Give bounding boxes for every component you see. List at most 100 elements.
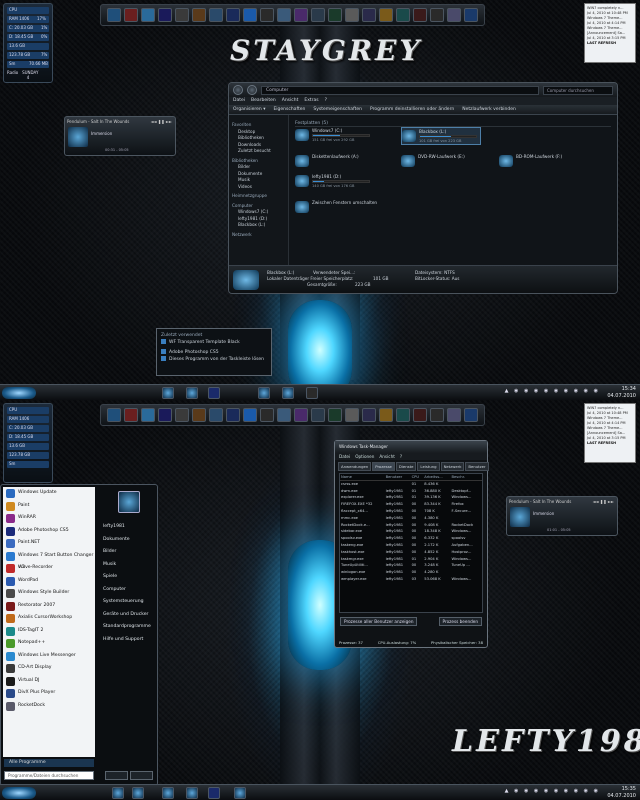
jump-list-unpin[interactable]: Dieses Programm von der Taskleiste lösen: [161, 356, 267, 363]
taskbar-task-manager-icon[interactable]: [234, 787, 246, 799]
all-programs-button[interactable]: Alle Programme: [4, 759, 94, 767]
dock-icon[interactable]: [447, 8, 461, 22]
tab-performance[interactable]: Leistung: [417, 462, 440, 471]
dock-icon[interactable]: [158, 8, 172, 22]
menu-help[interactable]: ?: [325, 97, 327, 105]
start-button[interactable]: [2, 387, 36, 399]
process-row[interactable]: mmc.exe lefty1981 00 4.380 K: [340, 514, 482, 521]
taskbar-photoshop-icon[interactable]: [208, 387, 220, 399]
drive-item[interactable]: Zwischen Fenstern umschalten: [295, 199, 415, 217]
program-photoshop[interactable]: Adobe Photoshop CS5: [3, 525, 95, 538]
tm-menu-ansicht[interactable]: Ansicht: [379, 453, 394, 460]
dock-icon[interactable]: [141, 8, 155, 22]
dock-icon[interactable]: [362, 8, 376, 22]
dock-icon[interactable]: [243, 408, 257, 422]
dock-icon[interactable]: [260, 8, 274, 22]
dock-icon[interactable]: [328, 8, 342, 22]
organize-button[interactable]: Organisieren ▾: [233, 105, 265, 114]
dock-icon[interactable]: [396, 8, 410, 22]
drive-item[interactable]: BD-ROM-Laufwerk (F:): [499, 153, 579, 171]
show-all-processes-button[interactable]: Prozesse aller Benutzer anzeigen: [340, 617, 418, 626]
taskbar-firefox-icon[interactable]: [162, 387, 174, 399]
menu-extras[interactable]: Extras: [304, 97, 318, 105]
dock-icon[interactable]: [464, 408, 478, 422]
dock-icon[interactable]: [175, 8, 189, 22]
taskbar-firefox-icon[interactable]: [162, 787, 174, 799]
dock-icon[interactable]: [226, 8, 240, 22]
process-row[interactable]: explorer.exe lefty1981 01 39.136 K Windows..…: [340, 494, 482, 501]
dock-icon[interactable]: [141, 408, 155, 422]
place-pictures[interactable]: Bilder: [98, 546, 156, 559]
tab-applications[interactable]: Anwendungen: [338, 462, 372, 471]
dock-icon[interactable]: [260, 408, 274, 422]
place-computer[interactable]: Computer: [98, 584, 156, 597]
taskbar-photoshop-icon[interactable]: [208, 787, 220, 799]
program-live-messenger[interactable]: Windows Live Messenger: [3, 650, 95, 663]
process-row[interactable]: winlogon.exe lefty1981 00 4.280 K: [340, 569, 482, 576]
process-row[interactable]: spoolsv.exe lefty1981 00 6.332 K spoolsv: [340, 535, 482, 542]
taskbar-media-icon[interactable]: [258, 387, 270, 399]
process-row[interactable]: FIREFOX.EXE *32 lefty1981 00 83.344 K Firefo…: [340, 501, 482, 508]
dock-icon[interactable]: [464, 8, 478, 22]
dock-icon[interactable]: [243, 8, 257, 22]
program-cd-art-display[interactable]: CD-Art Display: [3, 662, 95, 675]
program-windows-update[interactable]: Windows Update: [3, 487, 95, 500]
clock[interactable]: 15:34 04.07.2010: [607, 386, 636, 399]
program-style-builder[interactable]: Windows Style Builder: [3, 587, 95, 600]
dock-icon[interactable]: [124, 408, 138, 422]
menu-bearbeiten[interactable]: Bearbeiten: [251, 97, 276, 105]
dock-icon[interactable]: [311, 8, 325, 22]
dock-icon[interactable]: [192, 8, 206, 22]
taskbar-app-icon[interactable]: [112, 787, 124, 799]
dock-icon[interactable]: [107, 8, 121, 22]
taskbar-tool-icon[interactable]: [306, 387, 318, 399]
dock-icon[interactable]: [379, 408, 393, 422]
dock-icon[interactable]: [447, 408, 461, 422]
taskbar-app-icon[interactable]: [132, 787, 144, 799]
process-row[interactable]: sidebar.exe lefty1981 00 18.348 K Windows...: [340, 528, 482, 535]
search-box[interactable]: Computer durchsuchen: [543, 85, 613, 95]
dock-icon[interactable]: [430, 408, 444, 422]
dock-icon[interactable]: [379, 8, 393, 22]
drive-item[interactable]: Windows7 (C:) 151 GB frei von 292 GB: [295, 127, 375, 145]
tab-processes[interactable]: Prozesse: [372, 462, 395, 471]
clock[interactable]: 15:35 04.07.2010: [607, 786, 636, 799]
menu-ansicht[interactable]: Ansicht: [282, 97, 299, 105]
process-row[interactable]: taskeng.exe lefty1981 00 2.172 K Aufgaben...: [340, 542, 482, 549]
process-row[interactable]: TuneUpUtiliti... lefty1981 00 3.248 K TuneUp…: [340, 562, 482, 569]
dock-icon[interactable]: [362, 408, 376, 422]
dock-icon[interactable]: [345, 8, 359, 22]
system-tray[interactable]: ▲ ◉ ◉ ◉ ◉ ◉ ◉ ◉ ◉ ◉: [505, 388, 600, 394]
system-properties-button[interactable]: Systemeigenschaften: [313, 105, 362, 114]
program-virtual-dj[interactable]: Virtual DJ: [3, 675, 95, 688]
player-controls[interactable]: ◄◄ ❚❚ ►►: [592, 499, 614, 504]
dock-icon[interactable]: [430, 8, 444, 22]
drive-item[interactable]: lefty1981 (D:) 140 GB frei von 176 GB: [295, 173, 375, 191]
forward-button[interactable]: [247, 85, 257, 95]
dock-icon[interactable]: [294, 408, 308, 422]
program-winrar[interactable]: WinRAR: [3, 512, 95, 525]
drive-item[interactable]: DVD-RW-Laufwerk (E:): [401, 153, 481, 171]
program-paintnet[interactable]: Paint.NET: [3, 537, 95, 550]
place-documents[interactable]: Dokumente: [98, 534, 156, 547]
map-drive-button[interactable]: Netzlaufwerk verbinden: [462, 105, 516, 114]
program-restorator[interactable]: Restorator 2007: [3, 600, 95, 613]
program-start-button-changer[interactable]: Windows 7 Start Button Changer v 2: [3, 550, 95, 570]
tab-services[interactable]: Dienste: [395, 462, 417, 471]
dock-icon[interactable]: [311, 408, 325, 422]
menu-datei[interactable]: Datei: [233, 97, 245, 105]
dock-icon[interactable]: [413, 408, 427, 422]
dock-icon[interactable]: [124, 8, 138, 22]
dock-icon[interactable]: [396, 408, 410, 422]
nav-network[interactable]: Netzwerk: [232, 232, 285, 239]
dock-icon[interactable]: [192, 408, 206, 422]
place-user[interactable]: lefty1981: [98, 521, 156, 534]
dock-icon[interactable]: [413, 8, 427, 22]
dock-icon[interactable]: [226, 408, 240, 422]
player-controls[interactable]: ◄◄ ❚❚ ►►: [150, 119, 172, 124]
place-help[interactable]: Hilfe und Support: [98, 634, 156, 647]
dock-icon[interactable]: [175, 408, 189, 422]
program-paint[interactable]: Paint: [3, 500, 95, 513]
jump-list-item[interactable]: WF Transparent Template Black: [161, 339, 267, 346]
place-games[interactable]: Spiele: [98, 571, 156, 584]
